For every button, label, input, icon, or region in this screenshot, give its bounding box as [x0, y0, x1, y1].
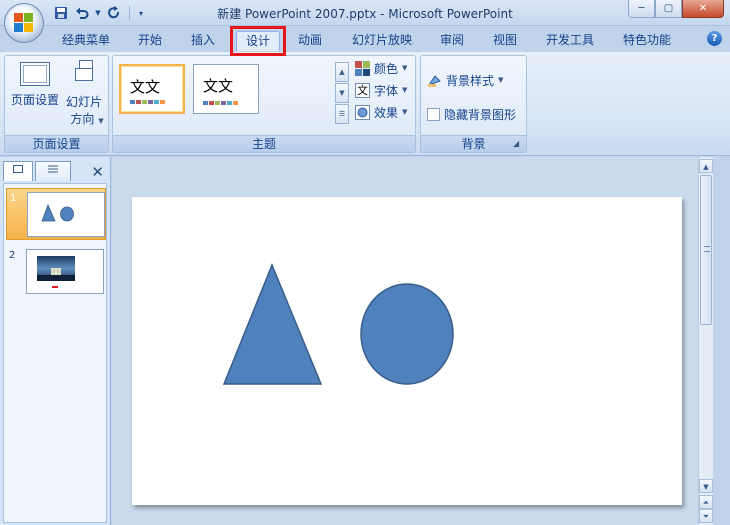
theme-thumb-text: 文文	[130, 78, 161, 96]
hide-graphics-checkbox[interactable]	[427, 107, 440, 121]
title-bar: ▼ ▾ 新建 PowerPoint 2007.pptx - Microsoft …	[0, 0, 730, 26]
tab-animation[interactable]: 动画	[288, 31, 332, 51]
chevron-down-icon: ▼	[402, 86, 408, 94]
slide-1-preview	[27, 192, 105, 237]
page-setup-group-label: 页面设置	[5, 135, 108, 152]
slide-orientation-label-2: 方向 ▼	[70, 112, 104, 126]
theme-fonts-button[interactable]: 文 字体 ▼	[355, 80, 407, 100]
slides-list: 1 2	[3, 183, 107, 523]
themes-group-label: 主题	[113, 135, 415, 152]
right-edge	[713, 157, 730, 525]
theme-effects-button[interactable]: 效果 ▼	[355, 102, 407, 122]
next-slide-button[interactable]: ⏷	[699, 509, 713, 523]
current-slide[interactable]	[132, 197, 682, 505]
maximize-button[interactable]: ▢	[655, 0, 682, 18]
tab-outline[interactable]	[35, 161, 71, 181]
window-title: 新建 PowerPoint 2007.pptx - Microsoft Powe…	[217, 7, 513, 21]
ribbon-tabs: 经典菜单 开始 插入 设计 动画 幻灯片放映 审阅 视图 开发工具 特色功能	[0, 26, 730, 52]
tab-developer[interactable]: 开发工具	[536, 31, 604, 51]
gallery-more-button[interactable]: ☰	[335, 104, 349, 124]
office-button[interactable]	[4, 3, 44, 43]
themes-group: 文文 文文 ▲ ▼ ☰ 颜色 ▼ 文 字体 ▼ 效果 ▼ 主题	[112, 55, 416, 153]
triangle-shape[interactable]	[222, 263, 323, 385]
tab-view[interactable]: 视图	[482, 31, 528, 51]
scroll-up-button[interactable]: ▲	[699, 159, 713, 173]
chevron-down-icon: ▼	[402, 108, 408, 116]
theme-colors-button[interactable]: 颜色 ▼	[355, 58, 407, 78]
chevron-down-icon: ▼	[402, 64, 408, 72]
office-logo-icon	[14, 13, 34, 33]
effects-icon	[355, 104, 370, 120]
pane-tabs: ✕	[3, 161, 108, 183]
theme-swatches	[203, 101, 238, 105]
page-setup-group: 页面设置 幻灯片 方向 ▼ 页面设置	[4, 55, 109, 153]
ribbon: 页面设置 幻灯片 方向 ▼ 页面设置 文文 文文 ▲ ▼ ☰ 颜色 ▼ 文 字体…	[0, 52, 730, 156]
gallery-up-button[interactable]: ▲	[335, 62, 349, 82]
scroll-grip-icon	[704, 246, 710, 252]
tab-insert[interactable]: 插入	[180, 31, 226, 51]
page-setup-label: 页面设置	[10, 93, 59, 107]
background-styles-label: 背景样式	[446, 73, 495, 88]
slide-number: 2	[9, 250, 16, 261]
background-group: 背景样式 ▼ 隐藏背景图形 背景 ◢	[420, 55, 527, 153]
tab-classic-menu[interactable]: 经典菜单	[52, 31, 120, 51]
fonts-label: 字体	[374, 83, 399, 98]
theme-thumbnail-office[interactable]: 文文	[119, 64, 185, 114]
slide-canvas	[222, 263, 454, 385]
slide-orientation-icon	[73, 60, 95, 88]
circle-shape[interactable]	[360, 283, 454, 385]
gallery-down-button[interactable]: ▼	[335, 83, 349, 103]
colors-label: 颜色	[374, 61, 399, 76]
slide-orientation-button[interactable]: 幻灯片 方向 ▼	[63, 60, 105, 130]
help-icon[interactable]: ?	[707, 31, 722, 46]
close-pane-icon[interactable]: ✕	[91, 163, 104, 181]
window-controls: ─ ▢ ✕	[628, 0, 724, 18]
fonts-icon: 文	[355, 82, 370, 98]
page-setup-icon	[20, 62, 50, 86]
highlight-box	[230, 26, 286, 56]
vertical-scrollbar[interactable]: ▲ ▼ ⏶ ⏷	[698, 157, 713, 525]
slide-orientation-label-1: 幻灯片	[65, 95, 102, 109]
theme-gallery-scroll: ▲ ▼ ☰	[335, 62, 349, 126]
slide-2-preview	[26, 249, 104, 294]
tab-special-features[interactable]: 特色功能	[612, 31, 682, 51]
scroll-thumb[interactable]	[700, 175, 712, 325]
background-group-label: 背景	[421, 135, 526, 152]
colors-icon	[355, 60, 370, 76]
background-styles-button[interactable]: 背景样式 ▼	[427, 70, 503, 90]
minimize-button[interactable]: ─	[628, 0, 655, 18]
tab-slideshow[interactable]: 幻灯片放映	[342, 31, 422, 51]
tab-home[interactable]: 开始	[128, 31, 172, 51]
slide-thumbnail-2[interactable]: 2	[6, 246, 106, 298]
hide-background-graphics[interactable]: 隐藏背景图形	[427, 104, 516, 124]
tab-slides[interactable]	[3, 161, 33, 181]
theme-thumbnail-2[interactable]: 文文	[193, 64, 259, 114]
slides-pane: ✕ 1 2	[0, 157, 111, 525]
slide-number: 1	[10, 193, 17, 204]
tab-review[interactable]: 审阅	[430, 31, 474, 51]
theme-swatches	[130, 100, 165, 104]
hide-graphics-label: 隐藏背景图形	[444, 107, 517, 122]
page-setup-button[interactable]: 页面设置	[9, 62, 61, 109]
effects-label: 效果	[374, 105, 399, 120]
close-button[interactable]: ✕	[682, 0, 724, 18]
dialog-launcher-icon[interactable]: ◢	[513, 139, 523, 149]
slide-thumbnail-1[interactable]: 1	[6, 188, 106, 240]
slide-editor	[112, 157, 698, 525]
scroll-down-button[interactable]: ▼	[699, 479, 713, 493]
previous-slide-button[interactable]: ⏶	[699, 495, 713, 509]
chevron-down-icon: ▼	[498, 76, 504, 84]
background-styles-icon	[427, 73, 442, 88]
theme-thumb-text: 文文	[203, 77, 234, 95]
